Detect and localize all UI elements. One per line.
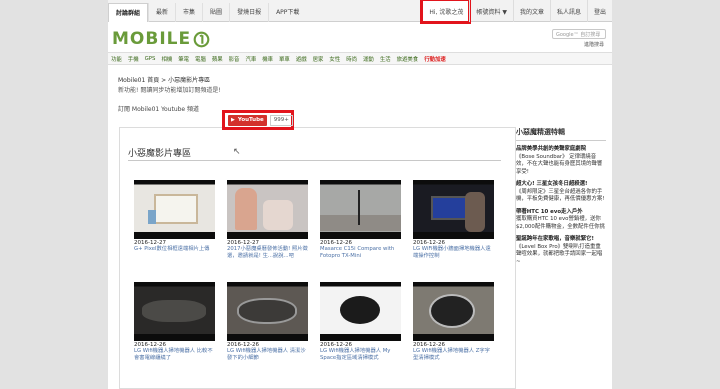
category-link[interactable]: 時尚 bbox=[346, 55, 357, 63]
video-title[interactable]: LG Wifi機器人掃地機器人 清潔沙發下的小細節 bbox=[227, 348, 308, 362]
category-link[interactable]: 運動 bbox=[363, 55, 374, 63]
site-header: MOBILE Google™ 自訂搜尋 進階搜尋 bbox=[108, 22, 612, 52]
subscribe-label: 訂閱 Mobile01 Youtube 頻道 bbox=[118, 106, 200, 113]
advanced-search-link[interactable]: 進階搜尋 bbox=[584, 41, 604, 48]
topnav-forum[interactable]: 討論群組 bbox=[108, 3, 149, 22]
video-thumbnail[interactable] bbox=[320, 180, 401, 239]
top-nav: 討論群組 最新 市集 貼圖 發燒日报 APP下載 bbox=[108, 3, 306, 22]
video-card[interactable]: 2016-12-26 LG Wifi機器人掃地機器人 清潔沙發下的小細節 bbox=[227, 282, 308, 362]
featured-sidebar: 小惡魔精選特輯 品牌美學共創的美聲家庭劇院 《Bose Soundbar》 定律… bbox=[516, 127, 606, 266]
subscriber-count: 999+ bbox=[269, 114, 293, 126]
featured-headline[interactable]: 聖誕跨年在家歌唱，音樂就緊它! bbox=[516, 236, 606, 244]
video-thumbnail[interactable] bbox=[227, 282, 308, 341]
search-input[interactable]: Google™ 自訂搜尋 bbox=[552, 29, 606, 39]
video-card[interactable]: 2016-12-27 2017小惡魔桌曆發佈活動! 照片徵選，邀請就是! 生..… bbox=[227, 180, 308, 260]
topnav-photos[interactable]: 貼圖 bbox=[202, 3, 229, 22]
category-link[interactable]: 遊戲 bbox=[296, 55, 307, 63]
category-link[interactable]: 汽車 bbox=[245, 55, 256, 63]
topnav-market[interactable]: 市集 bbox=[175, 3, 202, 22]
top-bar: 討論群組 最新 市集 貼圖 發燒日报 APP下載 Hi, 沈歌之茂 帳號資料 ▼… bbox=[108, 0, 612, 24]
my-posts-link[interactable]: 我的文章 bbox=[512, 0, 550, 22]
video-title[interactable]: G+ Pixel數位相框遠端相片上傳 bbox=[134, 246, 215, 253]
user-nav: Hi, 沈歌之茂 帳號資料 ▼ 我的文章 私人訊息 登出 bbox=[420, 0, 612, 24]
featured-item[interactable]: 聖誕跨年在家歌唱，音樂就緊它! 《Level Box Pro》雙喇叭打造重重聲喧… bbox=[516, 236, 606, 266]
category-link[interactable]: 影音 bbox=[229, 55, 240, 63]
video-card[interactable]: 2016-12-26 LG WiFi機器小牆面掃地機器人遠端操作控制 bbox=[413, 180, 494, 260]
video-card[interactable]: 2016-12-26 Masarce C15i Compare with Fot… bbox=[320, 180, 401, 260]
category-link-hot[interactable]: 行動加速 bbox=[424, 55, 446, 63]
logout-link[interactable]: 登出 bbox=[586, 0, 612, 22]
category-link[interactable]: 相機 bbox=[161, 55, 172, 63]
video-thumbnail[interactable] bbox=[413, 282, 494, 341]
featured-text: 獲取購買HTC 10 evo營銷禮，送你$2,000配件購物金，全數配件任你挑 bbox=[516, 216, 605, 230]
featured-text: 《Level Box Pro》雙喇叭打造重重聲喧效果，就都把歌手請回家一起唱~ bbox=[516, 243, 603, 265]
topnav-daily[interactable]: 發燒日报 bbox=[229, 3, 268, 22]
user-greeting[interactable]: Hi, 沈歌之茂 bbox=[420, 0, 472, 24]
title-divider bbox=[128, 160, 501, 161]
category-link[interactable]: 單車 bbox=[279, 55, 290, 63]
youtube-play-icon: ▶ bbox=[231, 117, 235, 123]
logo-01-icon bbox=[193, 31, 210, 47]
video-card[interactable]: 2016-12-27 G+ Pixel數位相框遠端相片上傳 bbox=[134, 180, 215, 253]
featured-headline[interactable]: 超大心! 三星女孩冬日超殺選! bbox=[516, 181, 606, 189]
video-card[interactable]: 2016-12-26 LG Wifi機器人掃地機器人 My Space指定區域清… bbox=[320, 282, 401, 362]
video-title[interactable]: 2017小惡魔桌曆發佈活動! 照片徵選，邀請就是! 生...說說...吧 bbox=[227, 246, 308, 260]
video-card[interactable]: 2016-12-26 LG Wifi機器人掃地機器人 比較不會害電線纏繞了 bbox=[134, 282, 215, 362]
featured-headline[interactable]: 帶著HTC 10 evo走入戶外 bbox=[516, 209, 606, 217]
logo-text: MOBILE bbox=[112, 29, 192, 49]
topnav-app[interactable]: APP下載 bbox=[268, 3, 306, 22]
page-title: 小惡魔影片專區 bbox=[128, 149, 192, 159]
category-link[interactable]: 女性 bbox=[329, 55, 340, 63]
breadcrumb[interactable]: Mobile01 首頁 > 小惡魔影片專區 bbox=[118, 75, 210, 84]
youtube-button-label: YouTube bbox=[237, 117, 264, 123]
category-link[interactable]: 功能 bbox=[111, 55, 122, 63]
category-link[interactable]: 旅遊美食 bbox=[397, 55, 419, 63]
video-thumbnail[interactable] bbox=[320, 282, 401, 341]
category-link[interactable]: 居家 bbox=[313, 55, 324, 63]
page-right-margin bbox=[612, 0, 720, 389]
category-link[interactable]: GPS bbox=[145, 56, 156, 62]
category-bar: 功能 手機 GPS 相機 筆電 電腦 蘋果 影音 汽車 機車 單車 遊戲 居家 … bbox=[108, 52, 612, 65]
site-logo[interactable]: MOBILE bbox=[112, 29, 210, 49]
featured-text: 《Bose Soundbar》 定律環繞音效，不在大聲也能有身歷其境的聲響享受! bbox=[516, 153, 603, 175]
category-link[interactable]: 生活 bbox=[380, 55, 391, 63]
mouse-cursor-icon: ↖ bbox=[233, 147, 241, 157]
account-menu[interactable]: 帳號資料 ▼ bbox=[469, 0, 513, 22]
page-container: 討論群組 最新 市集 貼圖 發燒日报 APP下載 Hi, 沈歌之茂 帳號資料 ▼… bbox=[108, 0, 612, 389]
category-link[interactable]: 機車 bbox=[262, 55, 273, 63]
sidebar-title: 小惡魔精選特輯 bbox=[516, 127, 606, 141]
page-left-margin bbox=[0, 0, 108, 389]
youtube-subscribe-widget: ▶ YouTube 999+ bbox=[222, 110, 294, 130]
category-link[interactable]: 筆電 bbox=[178, 55, 189, 63]
video-thumbnail[interactable] bbox=[134, 180, 215, 239]
featured-item[interactable]: 帶著HTC 10 evo走入戶外 獲取購買HTC 10 evo營銷禮，送你$2,… bbox=[516, 209, 606, 232]
video-panel: 小惡魔影片專區 ↖ 2016-12-27 G+ Pixel數位相框遠端相片上傳 … bbox=[119, 127, 516, 389]
featured-item[interactable]: 超大心! 三星女孩冬日超殺選! 《周邦限定》三星全台超過各你的手機，平板免費健康… bbox=[516, 181, 606, 204]
featured-headline[interactable]: 品牌美學共創的美聲家庭劇院 bbox=[516, 146, 606, 154]
video-title[interactable]: LG Wifi機器人掃地機器人 My Space指定區域清掃模式 bbox=[320, 348, 401, 362]
video-title[interactable]: LG Wifi機器人掃地機器人 Z字字型清掃模式 bbox=[413, 348, 494, 362]
category-link[interactable]: 電腦 bbox=[195, 55, 206, 63]
video-thumbnail[interactable] bbox=[227, 180, 308, 239]
topnav-latest[interactable]: 最新 bbox=[148, 3, 175, 22]
video-thumbnail[interactable] bbox=[134, 282, 215, 341]
private-messages-link[interactable]: 私人訊息 bbox=[549, 0, 587, 22]
video-thumbnail[interactable] bbox=[413, 180, 494, 239]
youtube-subscribe-button[interactable]: ▶ YouTube bbox=[228, 114, 267, 126]
video-card[interactable]: 2016-12-26 LG Wifi機器人掃地機器人 Z字字型清掃模式 bbox=[413, 282, 494, 362]
featured-item[interactable]: 品牌美學共創的美聲家庭劇院 《Bose Soundbar》 定律環繞音效，不在大… bbox=[516, 146, 606, 176]
video-title[interactable]: LG WiFi機器小牆面掃地機器人遠端操作控制 bbox=[413, 246, 494, 260]
featured-text: 《周邦限定》三星全台超過各你的手機，平板免費健康，再低價優惠方案! bbox=[516, 188, 605, 203]
video-title[interactable]: LG Wifi機器人掃地機器人 比較不會害電線纏繞了 bbox=[134, 348, 215, 362]
video-title[interactable]: Masarce C15i Compare with Fotopro TX-Min… bbox=[320, 246, 401, 260]
notice-text: 新功能! 閱讀同步功能增加訂閱頻道是! bbox=[118, 87, 221, 94]
category-link[interactable]: 手機 bbox=[128, 55, 139, 63]
category-link[interactable]: 蘋果 bbox=[212, 55, 223, 63]
